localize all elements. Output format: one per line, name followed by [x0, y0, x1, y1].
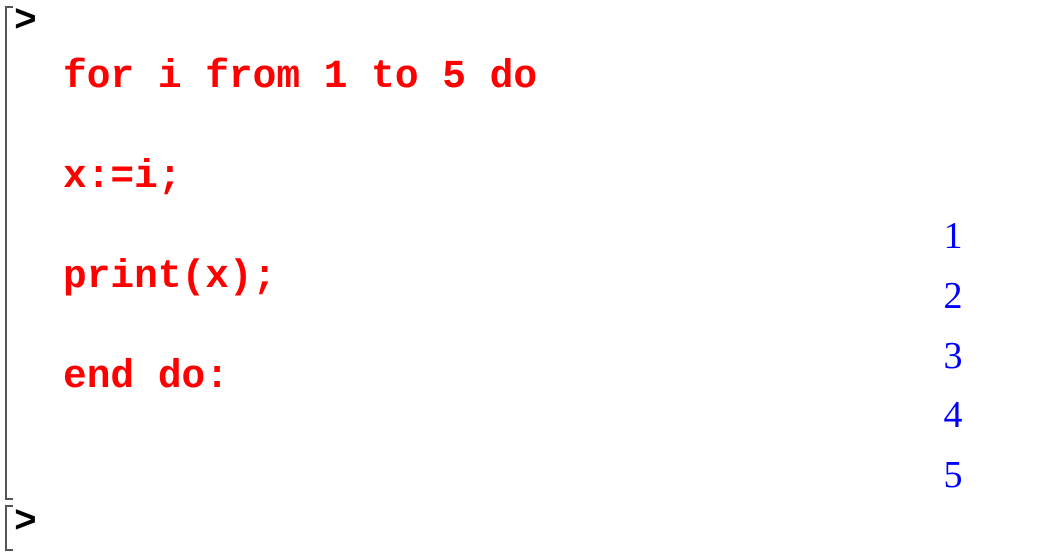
output-value: 5 — [943, 454, 963, 496]
execution-group-bracket[interactable] — [5, 6, 13, 500]
output-value: 2 — [943, 275, 963, 317]
code-line: x:=i; — [63, 154, 182, 199]
output-value: 3 — [943, 335, 963, 377]
code-line: for i from 1 to 5 do — [63, 54, 538, 99]
code-line: print(x); — [63, 254, 277, 299]
code-input[interactable]: for i from 1 to 5 do x:=i; print(x); end… — [63, 2, 537, 452]
input-prompt: > — [14, 0, 37, 43]
empty-input-prompt[interactable]: > — [14, 501, 37, 544]
code-line: end do: — [63, 354, 229, 399]
output-value: 1 — [943, 215, 963, 257]
empty-group-bracket[interactable] — [5, 505, 13, 551]
output-value: 4 — [943, 394, 963, 436]
